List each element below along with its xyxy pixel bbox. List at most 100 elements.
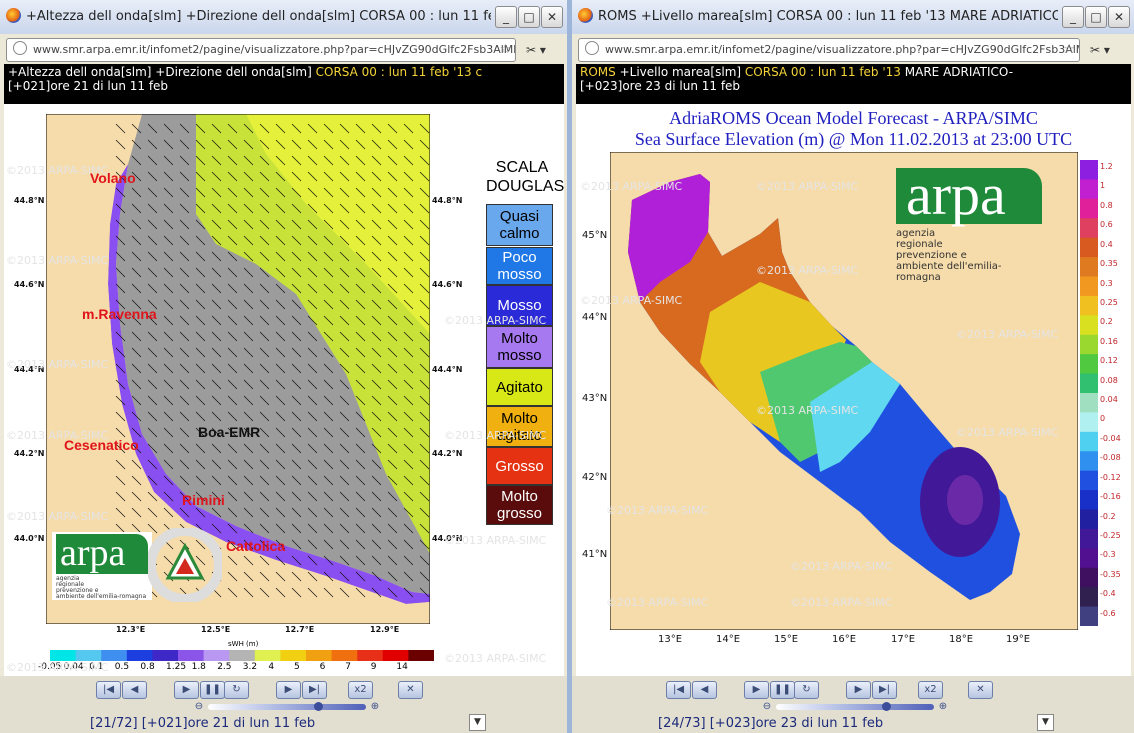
- sea-level-tick-label: -0.4: [1100, 589, 1116, 599]
- slider-increase-icon[interactable]: ⊕: [938, 702, 948, 712]
- sea-level-tick-label: 0.04: [1100, 395, 1118, 404]
- tools-icon[interactable]: ✂ ▾: [526, 43, 546, 57]
- watermark: ©2013 ARPA-SIMC: [444, 652, 547, 665]
- swh-color-cell: [382, 650, 409, 661]
- frame-dropdown[interactable]: ▼: [469, 714, 486, 731]
- swh-tick-label: 2.5: [217, 662, 232, 672]
- title-bar[interactable]: +Altezza dell onda[slm] +Direzione dell …: [0, 0, 567, 35]
- place-rimini: Rimini: [182, 492, 225, 508]
- douglas-level-3: Molto mosso: [486, 326, 553, 368]
- globe-icon: [585, 41, 599, 55]
- map-header: ROMS +Livello marea[slm] CORSA 00 : lun …: [576, 64, 1131, 104]
- play-icon[interactable]: ▶: [744, 681, 769, 699]
- prev-frame-icon[interactable]: ◀: [122, 681, 147, 699]
- douglas-level-7: Molto grosso: [486, 485, 553, 525]
- url-text: www.smr.arpa.emr.it/infomet2/pagine/visu…: [605, 43, 1080, 56]
- swh-tick-label: 7: [345, 662, 351, 672]
- protezione-civile-logo: [148, 528, 222, 602]
- map-content: AdriaROMS Ocean Model Forecast - ARPA/SI…: [576, 104, 1131, 676]
- arpa-logo-text: arpa: [906, 162, 1006, 227]
- speed-x2-icon[interactable]: x2: [348, 681, 373, 699]
- minimize-button[interactable]: _: [495, 6, 517, 28]
- close-window-button[interactable]: ✕: [541, 6, 563, 28]
- close-icon[interactable]: ✕: [398, 681, 423, 699]
- frame-dropdown[interactable]: ▼: [1037, 714, 1054, 731]
- address-bar: www.smr.arpa.emr.it/infomet2/pagine/visu…: [0, 34, 567, 64]
- close-icon[interactable]: ✕: [968, 681, 993, 699]
- tools-icon[interactable]: ✂ ▾: [1090, 43, 1110, 57]
- sea-level-color-cell: [1080, 567, 1098, 588]
- sea-level-tick-label: 0.3: [1100, 278, 1113, 288]
- place-cesenatico: Cesenatico: [64, 437, 139, 453]
- swh-color-cell: [101, 650, 128, 661]
- sea-level-color-cell: [1080, 334, 1098, 355]
- lat-label-right: 44.6°N: [432, 280, 463, 289]
- pause-icon[interactable]: ❚❚: [200, 681, 225, 699]
- maximize-button[interactable]: □: [1085, 6, 1107, 28]
- sea-level-tick-label: 0.6: [1100, 220, 1113, 230]
- sea-level-color-cell: [1080, 431, 1098, 452]
- sea-level-color-cell: [1080, 295, 1098, 316]
- url-field[interactable]: www.smr.arpa.emr.it/infomet2/pagine/visu…: [578, 38, 1080, 62]
- last-frame-icon[interactable]: ▶|: [302, 681, 327, 699]
- pause-icon[interactable]: ❚❚: [770, 681, 795, 699]
- swh-color-cell: [126, 650, 153, 661]
- arpa-logo-subtitle: agenzia regionale prevenzione e ambiente de…: [56, 575, 147, 600]
- lat-label: 44.2°N: [14, 449, 45, 458]
- next-frame-icon[interactable]: ▶: [276, 681, 301, 699]
- douglas-level-4: Agitato: [486, 368, 553, 406]
- swh-color-cell: [357, 650, 384, 661]
- speed-slider-knob[interactable]: [314, 702, 323, 711]
- slider-decrease-icon[interactable]: ⊖: [762, 702, 772, 712]
- last-frame-icon[interactable]: ▶|: [872, 681, 897, 699]
- swh-tick-label: 0.1: [89, 662, 104, 672]
- lon-label: 19°E: [1006, 634, 1031, 645]
- speed-slider[interactable]: [776, 704, 934, 710]
- sea-lowest-zone: [947, 475, 983, 525]
- next-frame-icon[interactable]: ▶: [846, 681, 871, 699]
- first-frame-icon[interactable]: |◀: [666, 681, 691, 699]
- slider-decrease-icon[interactable]: ⊖: [194, 702, 204, 712]
- place-ravenna: m.Ravenna: [82, 306, 157, 322]
- animation-controls: |◀ ◀ ▶ ❚❚ ↻ ▶ ▶| x2 ✕ ⊖ ⊕ [24/73] [+023]ore 23 d…: [572, 676, 1134, 733]
- place-boa-emr: Boa-EMR: [198, 424, 261, 440]
- slider-increase-icon[interactable]: ⊕: [370, 702, 380, 712]
- lat-label-right: 44.4°N: [432, 365, 463, 374]
- sea-level-color-cell: [1080, 160, 1098, 180]
- sea-level-tick-label: 0.08: [1100, 375, 1118, 385]
- douglas-level-6: Grosso: [486, 447, 553, 485]
- sea-level-tick-label: 0.16: [1100, 336, 1118, 346]
- speed-slider-knob[interactable]: [882, 702, 891, 711]
- sea-level-color-cell: [1080, 237, 1098, 258]
- close-window-button[interactable]: ✕: [1108, 6, 1130, 28]
- bookmark-star-icon[interactable]: ☆: [499, 39, 511, 61]
- loop-icon[interactable]: ↻: [794, 681, 819, 699]
- lon-label: 14°E: [716, 634, 741, 645]
- speed-slider[interactable]: [208, 704, 366, 710]
- sea-level-color-cell: [1080, 373, 1098, 394]
- maximize-button[interactable]: □: [518, 6, 540, 28]
- chart-subtitle: Sea Surface Elevation (m) @ Mon 11.02.20…: [634, 129, 1073, 149]
- swh-tick-label: 6: [319, 662, 326, 672]
- lon-label: 15°E: [774, 634, 799, 645]
- sea-level-tick-label: 1.2: [1100, 162, 1113, 171]
- first-frame-icon[interactable]: |◀: [96, 681, 121, 699]
- sea-level-color-cell: [1080, 179, 1098, 200]
- minimize-button[interactable]: _: [1062, 6, 1084, 28]
- prev-frame-icon[interactable]: ◀: [692, 681, 717, 699]
- loop-icon[interactable]: ↻: [224, 681, 249, 699]
- sea-level-tick-label: 0.12: [1100, 356, 1118, 366]
- bookmark-star-icon[interactable]: ☆: [1063, 39, 1075, 61]
- arpa-logo: arpa agenzia regionale prevenzione e ambien…: [52, 532, 152, 600]
- lat-label: 43°N: [582, 393, 608, 404]
- sea-level-tick-label: -0.25: [1100, 530, 1121, 540]
- play-icon[interactable]: ▶: [174, 681, 199, 699]
- douglas-level-0: Quasi calmo: [486, 204, 553, 246]
- url-field[interactable]: www.smr.arpa.emr.it/infomet2/pagine/visu…: [6, 38, 516, 62]
- swh-tick-label: 3.2: [242, 662, 258, 672]
- swh-tick-label: 0.04: [63, 662, 84, 672]
- lon-label: 16°E: [832, 634, 857, 645]
- title-bar[interactable]: ROMS +Livello marea[slm] CORSA 00 : lun …: [572, 0, 1134, 35]
- speed-x2-icon[interactable]: x2: [918, 681, 943, 699]
- sea-level-tick-label: 1: [1100, 181, 1106, 191]
